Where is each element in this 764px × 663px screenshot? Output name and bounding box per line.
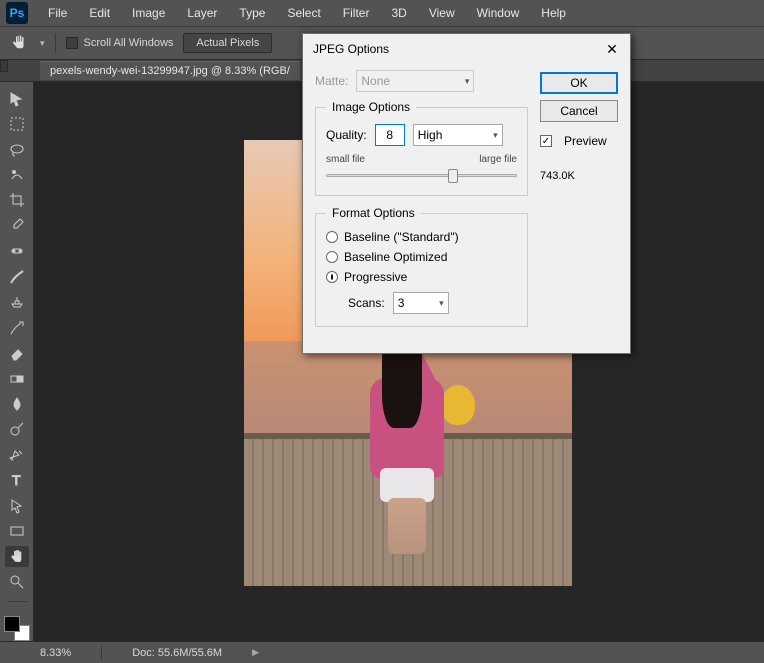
zoom-tool-icon[interactable] xyxy=(5,571,29,592)
zoom-level[interactable]: 8.33% xyxy=(40,647,71,659)
quality-input[interactable]: 8 xyxy=(375,124,405,146)
quality-preset-select[interactable]: High ▾ xyxy=(413,124,503,146)
status-menu-chevron-icon[interactable]: ▶ xyxy=(252,647,259,658)
matte-select: None▾ xyxy=(356,70,474,92)
path-select-tool-icon[interactable] xyxy=(5,495,29,516)
hand-tool-icon[interactable] xyxy=(8,32,30,54)
app-logo: Ps xyxy=(6,2,28,24)
gradient-tool-icon[interactable] xyxy=(5,368,29,389)
menu-view[interactable]: View xyxy=(419,2,465,24)
menu-file[interactable]: File xyxy=(38,2,77,24)
dialog-title: JPEG Options xyxy=(313,42,389,56)
menu-edit[interactable]: Edit xyxy=(79,2,120,24)
scroll-all-windows-checkbox[interactable]: Scroll All Windows xyxy=(66,37,174,49)
move-tool-icon[interactable] xyxy=(5,88,29,109)
quality-label: Quality: xyxy=(326,128,367,142)
chevron-down-icon: ▾ xyxy=(493,130,498,141)
quick-select-tool-icon[interactable] xyxy=(5,164,29,185)
scans-select[interactable]: 3▾ xyxy=(393,292,449,314)
tools-panel: T xyxy=(0,82,34,641)
menu-help[interactable]: Help xyxy=(531,2,576,24)
menu-layer[interactable]: Layer xyxy=(177,2,227,24)
small-file-label: small file xyxy=(326,154,365,165)
format-options-legend: Format Options xyxy=(326,206,421,220)
eyedropper-tool-icon[interactable] xyxy=(5,215,29,236)
color-swatches[interactable] xyxy=(4,616,30,641)
menu-bar: Ps File Edit Image Layer Type Select Fil… xyxy=(0,0,764,26)
blur-tool-icon[interactable] xyxy=(5,393,29,414)
large-file-label: large file xyxy=(479,154,517,165)
progressive-radio[interactable]: Progressive xyxy=(326,270,517,284)
baseline-standard-radio[interactable]: Baseline ("Standard") xyxy=(326,230,517,244)
matte-value: None xyxy=(361,74,390,88)
eraser-tool-icon[interactable] xyxy=(5,342,29,363)
dodge-tool-icon[interactable] xyxy=(5,419,29,440)
quality-slider[interactable] xyxy=(326,167,517,183)
image-options-legend: Image Options xyxy=(326,100,416,114)
filesize-readout: 743.0K xyxy=(540,170,618,182)
lasso-tool-icon[interactable] xyxy=(5,139,29,160)
menu-image[interactable]: Image xyxy=(122,2,175,24)
hand-tool-icon[interactable] xyxy=(5,546,29,567)
menu-select[interactable]: Select xyxy=(277,2,330,24)
pen-tool-icon[interactable] xyxy=(5,444,29,465)
ok-button[interactable]: OK xyxy=(540,72,618,94)
actual-pixels-button[interactable]: Actual Pixels xyxy=(183,33,272,53)
menu-window[interactable]: Window xyxy=(467,2,530,24)
chevron-down-icon: ▾ xyxy=(439,298,444,309)
status-bar: 8.33% Doc: 55.6M/55.6M ▶ xyxy=(0,641,764,663)
rectangle-tool-icon[interactable] xyxy=(5,520,29,541)
baseline-optimized-radio[interactable]: Baseline Optimized xyxy=(326,250,517,264)
document-tab[interactable]: pexels-wendy-wei-13299947.jpg @ 8.33% (R… xyxy=(40,61,300,80)
jpeg-options-dialog: JPEG Options ✕ Matte: None▾ Image Option… xyxy=(302,33,631,354)
type-tool-icon[interactable]: T xyxy=(5,470,29,491)
healing-brush-tool-icon[interactable] xyxy=(5,241,29,262)
baseline-optimized-label: Baseline Optimized xyxy=(344,250,447,264)
foreground-color-swatch[interactable] xyxy=(4,616,20,632)
brush-tool-icon[interactable] xyxy=(5,266,29,287)
scans-value: 3 xyxy=(398,296,405,310)
preview-label: Preview xyxy=(564,134,607,148)
quality-preset-value: High xyxy=(418,128,443,142)
menu-filter[interactable]: Filter xyxy=(333,2,380,24)
menu-3d[interactable]: 3D xyxy=(381,2,416,24)
matte-label: Matte: xyxy=(315,74,348,88)
close-icon[interactable]: ✕ xyxy=(604,41,620,57)
marquee-tool-icon[interactable] xyxy=(5,113,29,134)
progressive-label: Progressive xyxy=(344,270,407,284)
clone-stamp-tool-icon[interactable] xyxy=(5,292,29,313)
history-brush-tool-icon[interactable] xyxy=(5,317,29,338)
doc-size[interactable]: Doc: 55.6M/55.6M xyxy=(132,647,222,659)
slider-thumb[interactable] xyxy=(448,169,458,183)
format-options-group: Format Options Baseline ("Standard") Bas… xyxy=(315,206,528,327)
image-options-group: Image Options Quality: 8 High ▾ small fil… xyxy=(315,100,528,196)
scroll-all-windows-label: Scroll All Windows xyxy=(84,37,174,49)
scans-label: Scans: xyxy=(348,296,385,310)
baseline-standard-label: Baseline ("Standard") xyxy=(344,230,459,244)
crop-tool-icon[interactable] xyxy=(5,190,29,211)
cancel-button[interactable]: Cancel xyxy=(540,100,618,122)
tool-preset-chevron-icon[interactable]: ▾ xyxy=(40,38,45,49)
panel-collapse-grip[interactable] xyxy=(0,60,8,72)
svg-text:T: T xyxy=(12,472,21,488)
menu-type[interactable]: Type xyxy=(229,2,275,24)
preview-checkbox[interactable]: ✓Preview xyxy=(540,134,618,148)
